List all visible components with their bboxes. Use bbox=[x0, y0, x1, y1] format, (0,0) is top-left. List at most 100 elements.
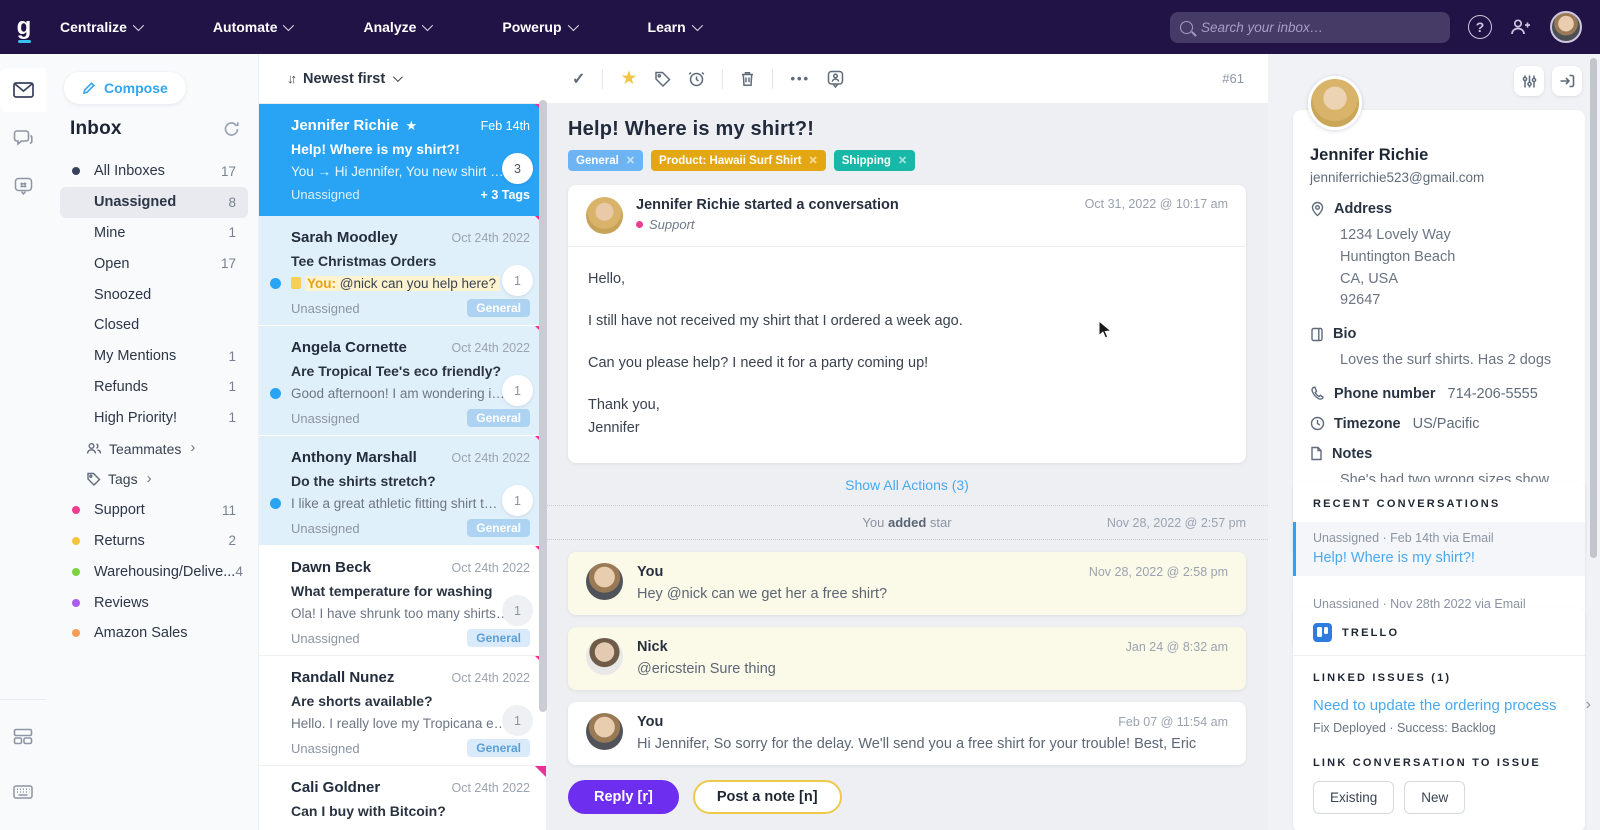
post-note-button[interactable]: Post a note [n] bbox=[693, 780, 842, 814]
conversation-item-anthony[interactable]: Anthony MarshallOct 24th 2022 Do the shi… bbox=[259, 436, 546, 546]
menu-automate[interactable]: Automate bbox=[213, 19, 292, 35]
tag-pill-shipping[interactable]: Shipping✕ bbox=[834, 150, 915, 171]
bio-field: Bio bbox=[1310, 326, 1565, 342]
linked-issue-link[interactable]: Need to update the ordering process bbox=[1313, 696, 1565, 716]
message-count-badge: 1 bbox=[502, 595, 533, 626]
sidebar-item-tags[interactable]: Tags› bbox=[60, 464, 248, 495]
sidebar-item-teammates[interactable]: Teammates› bbox=[60, 433, 248, 464]
contact-avatar bbox=[1308, 76, 1362, 130]
mail-icon[interactable] bbox=[0, 68, 46, 112]
conversation-item-sarah[interactable]: Sarah MoodleyOct 24th 2022 Tee Christmas… bbox=[259, 216, 546, 326]
sort-icon: ↓↑ bbox=[287, 71, 294, 86]
conversation-item-randall[interactable]: Randall NunezOct 24th 2022 Are shorts av… bbox=[259, 656, 546, 766]
menu-analyze[interactable]: Analyze bbox=[363, 19, 430, 35]
add-user-icon[interactable] bbox=[1510, 18, 1532, 36]
search-icon bbox=[1180, 21, 1193, 34]
conversation-list: ↓↑ Newest first Jennifer Richie★Feb 14th… bbox=[258, 54, 546, 830]
top-navbar: g Centralize Automate Analyze Powerup Le… bbox=[0, 0, 1600, 54]
sidebar-tag-warehousing[interactable]: Warehousing/Delive...4 bbox=[60, 556, 248, 587]
remove-tag-icon[interactable]: ✕ bbox=[626, 154, 635, 167]
message-body: Hello, I still have not received my shir… bbox=[568, 247, 1246, 463]
snooze-clock-icon[interactable] bbox=[688, 70, 705, 87]
note-icon bbox=[1310, 446, 1323, 461]
sidebar-tag-reviews[interactable]: Reviews bbox=[60, 587, 248, 618]
groove-logo[interactable]: g bbox=[0, 15, 48, 39]
tag-pill-general[interactable]: General✕ bbox=[568, 150, 643, 171]
message-card-first: Jennifer Richie started a conversation S… bbox=[568, 185, 1246, 463]
sidebar-item-snoozed[interactable]: Snoozed bbox=[60, 279, 248, 310]
layout-icon[interactable] bbox=[0, 714, 46, 758]
phone-field: Phone number 714-206-5555 bbox=[1310, 386, 1565, 402]
new-issue-button[interactable]: New bbox=[1404, 781, 1465, 814]
compose-button[interactable]: Compose bbox=[64, 72, 186, 104]
panel-settings-icon[interactable] bbox=[1514, 66, 1544, 96]
sidebar-tag-amazon-sales[interactable]: Amazon Sales bbox=[60, 618, 248, 649]
sidebar-item-open[interactable]: Open17 bbox=[60, 248, 248, 279]
window-scrollbar[interactable] bbox=[1590, 58, 1597, 558]
conversation-item-angela[interactable]: Angela CornetteOct 24th 2022 Are Tropica… bbox=[259, 326, 546, 436]
sort-dropdown[interactable]: ↓↑ Newest first bbox=[259, 54, 546, 104]
link-conversation-header: LINK CONVERSATION TO ISSUE bbox=[1313, 757, 1565, 769]
hash-bubble-icon[interactable] bbox=[0, 164, 46, 208]
sidebar-item-unassigned[interactable]: Unassigned8 bbox=[60, 187, 248, 218]
trello-card: TRELLO LINKED ISSUES (1) Need to update … bbox=[1293, 608, 1585, 830]
chevron-right-icon[interactable]: › bbox=[1586, 696, 1591, 714]
remove-tag-icon[interactable]: ✕ bbox=[809, 154, 818, 167]
sidebar-item-my-mentions[interactable]: My Mentions1 bbox=[60, 341, 248, 372]
message-count-badge: 1 bbox=[502, 375, 533, 406]
chevron-right-icon: › bbox=[190, 439, 195, 456]
collapse-panel-icon[interactable] bbox=[1552, 66, 1582, 96]
reply-button[interactable]: Reply [r] bbox=[568, 780, 679, 814]
app-window: g Centralize Automate Analyze Powerup Le… bbox=[0, 0, 1600, 830]
avatar bbox=[586, 197, 623, 234]
timestamp: Feb 07 @ 11:54 am bbox=[1118, 715, 1228, 729]
search-box[interactable] bbox=[1170, 12, 1450, 43]
sidebar-item-high-priority[interactable]: High Priority!1 bbox=[60, 402, 248, 433]
chevron-down-icon bbox=[567, 20, 578, 31]
conversation-item-jennifer[interactable]: Jennifer Richie★Feb 14th Help! Where is … bbox=[259, 104, 546, 216]
tag-pill-product[interactable]: Product: Hawaii Surf Shirt✕ bbox=[651, 150, 826, 171]
refresh-icon[interactable] bbox=[223, 121, 240, 137]
more-dots-icon[interactable]: ••• bbox=[790, 71, 810, 86]
thread-tags: General✕ Product: Hawaii Surf Shirt✕ Shi… bbox=[568, 150, 1246, 171]
ticket-number: #61 bbox=[1222, 71, 1244, 86]
sidebar-item-refunds[interactable]: Refunds1 bbox=[60, 372, 248, 403]
tag-color-dot bbox=[72, 568, 80, 576]
keyboard-icon[interactable] bbox=[0, 770, 46, 814]
sidebar-item-all-inboxes[interactable]: All Inboxes17 bbox=[60, 156, 248, 187]
menu-learn[interactable]: Learn bbox=[648, 19, 700, 35]
search-input[interactable] bbox=[1201, 20, 1440, 35]
chevron-down-icon bbox=[691, 20, 702, 31]
channel-dot-icon bbox=[636, 221, 643, 228]
help-icon[interactable]: ? bbox=[1468, 15, 1492, 39]
thread-toolbar: ✓ ★ ••• #61 bbox=[546, 54, 1268, 103]
avatar bbox=[586, 563, 623, 600]
menu-powerup[interactable]: Powerup bbox=[502, 19, 575, 35]
star-icon[interactable]: ★ bbox=[620, 67, 637, 90]
remove-tag-icon[interactable]: ✕ bbox=[898, 154, 907, 167]
trello-header: TRELLO bbox=[1342, 627, 1399, 639]
inbox-sidebar: Compose Inbox All Inboxes17 Unassigned8 … bbox=[46, 54, 258, 830]
timestamp: Nov 28, 2022 @ 2:58 pm bbox=[1089, 565, 1228, 579]
thread-scrollbar[interactable] bbox=[539, 100, 547, 712]
menu-centralize[interactable]: Centralize bbox=[60, 19, 141, 35]
sidebar-item-closed[interactable]: Closed bbox=[60, 310, 248, 341]
conversation-item-cali[interactable]: Cali GoldnerOct 24th 2022 Can I buy with… bbox=[259, 766, 546, 830]
chat-icon[interactable] bbox=[0, 116, 46, 160]
timestamp: Jan 24 @ 8:32 am bbox=[1126, 640, 1228, 654]
existing-issue-button[interactable]: Existing bbox=[1313, 781, 1394, 814]
user-avatar[interactable] bbox=[1550, 11, 1582, 43]
unread-dot bbox=[270, 498, 281, 509]
recent-conversation-item[interactable]: Unassigned · Feb 14th via Email Help! Wh… bbox=[1293, 522, 1585, 576]
sidebar-tag-support[interactable]: Support11 bbox=[60, 495, 248, 526]
sidebar-tag-returns[interactable]: Returns2 bbox=[60, 526, 248, 557]
conversation-item-dawn[interactable]: Dawn BeckOct 24th 2022 What temperature … bbox=[259, 546, 546, 656]
contact-email: jenniferrichie523@gmail.com bbox=[1310, 170, 1565, 185]
close-check-icon[interactable]: ✓ bbox=[572, 69, 585, 89]
show-all-actions-link[interactable]: Show All Actions (3) bbox=[568, 477, 1246, 493]
sidebar-item-mine[interactable]: Mine1 bbox=[60, 218, 248, 249]
contact-panel: Jennifer Richie jenniferrichie523@gmail.… bbox=[1268, 54, 1600, 830]
tag-icon[interactable] bbox=[654, 71, 671, 87]
assign-icon[interactable] bbox=[827, 70, 844, 88]
trash-icon[interactable] bbox=[740, 70, 755, 87]
